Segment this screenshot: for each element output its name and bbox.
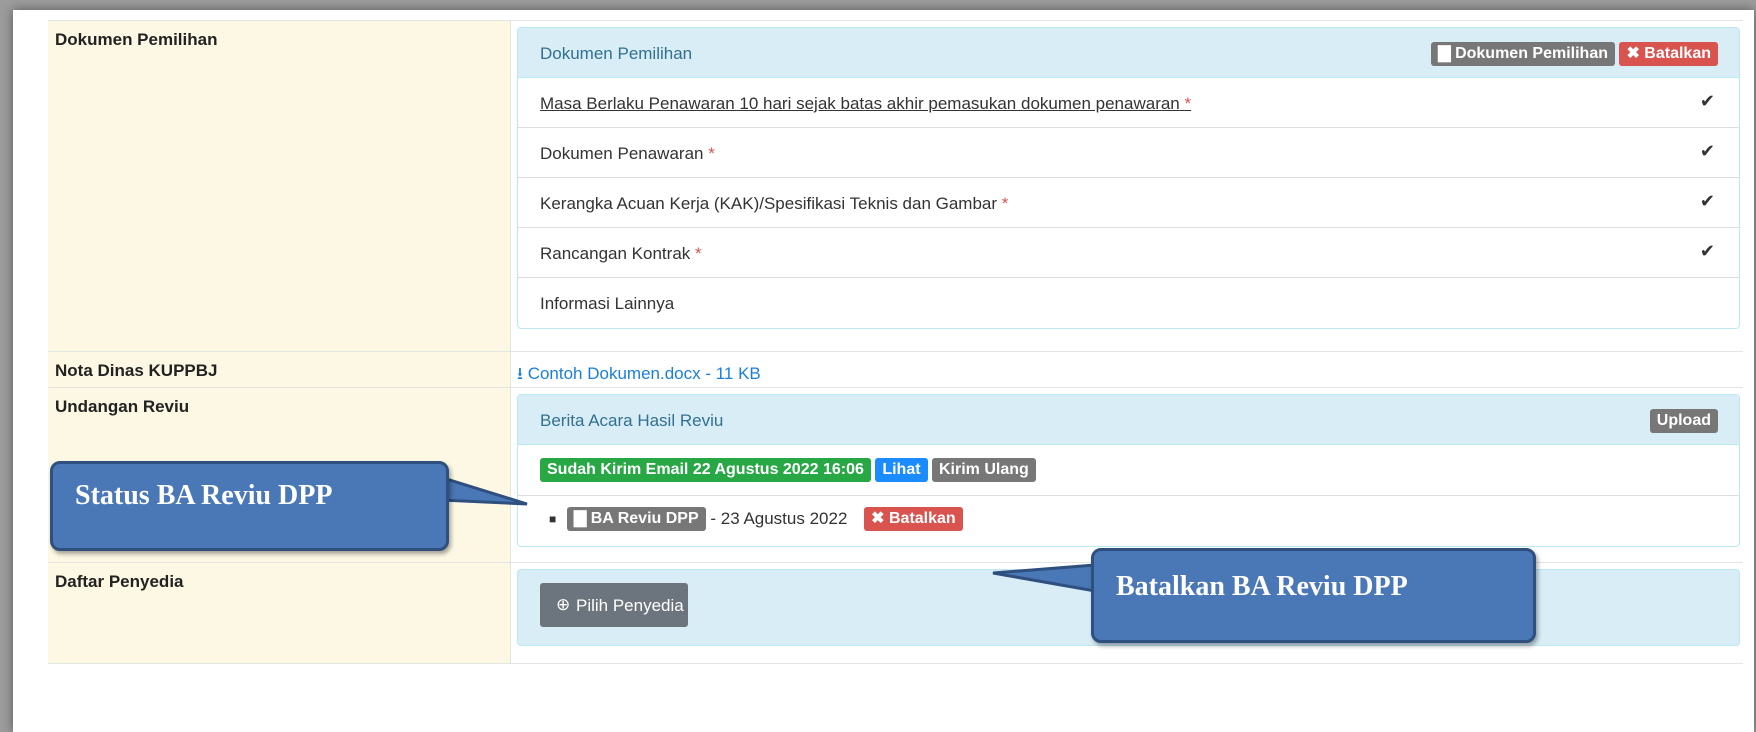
panel-heading: Berita Acara Hasil Reviu Upload	[518, 395, 1739, 445]
required-marker: *	[708, 144, 715, 163]
status-row: Sudah Kirim Email 22 Agustus 2022 16:06 …	[518, 445, 1739, 496]
row-value-cell: Berita Acara Hasil Reviu Upload Sudah Ki…	[511, 388, 1743, 563]
lihat-button[interactable]: Lihat	[875, 458, 928, 482]
check-icon: ✔	[1699, 191, 1715, 211]
bullet-icon: ■	[549, 512, 557, 526]
row-label: Dokumen Pemilihan	[55, 30, 218, 49]
required-marker: *	[1184, 94, 1192, 113]
batalkan-button[interactable]: ✖ Batalkan	[1619, 42, 1718, 66]
list-item[interactable]: Masa Berlaku Penawaran 10 hari sejak bat…	[518, 78, 1739, 128]
kirim-ulang-button[interactable]: Kirim Ulang	[932, 458, 1036, 482]
row-label: Nota Dinas KUPPBJ	[55, 361, 218, 380]
panel-title: Dokumen Pemilihan	[540, 44, 693, 63]
list-item[interactable]: Informasi Lainnya	[518, 278, 1739, 327]
close-icon: ✖	[1626, 45, 1640, 62]
row-label-cell: Dokumen Pemilihan	[48, 21, 511, 352]
item-text: Kerangka Acuan Kerja (KAK)/Spesifikasi T…	[540, 194, 998, 213]
row-dokumen-pemilihan: Dokumen Pemilihan Dokumen Pemilihan ▇ Do…	[48, 20, 1743, 352]
item-text: Informasi Lainnya	[540, 294, 675, 313]
file-icon: ▇	[573, 510, 587, 527]
panel-title: Berita Acara Hasil Reviu	[540, 411, 724, 430]
row-label: Daftar Penyedia	[55, 572, 184, 591]
close-icon: ✖	[871, 510, 885, 527]
required-marker: *	[695, 244, 702, 263]
file-icon: ▇	[1438, 45, 1451, 62]
dokumen-pemilihan-button[interactable]: ▇ Dokumen Pemilihan	[1431, 42, 1615, 66]
callout-text: Batalkan BA Reviu DPP	[1116, 571, 1408, 602]
item-link[interactable]: Masa Berlaku Penawaran 10 hari sejak bat…	[540, 94, 1191, 114]
pilih-penyedia-button[interactable]: ⊕ Pilih Penyedia	[540, 583, 688, 627]
plus-circle-icon: ⊕	[556, 595, 571, 614]
check-icon: ✔	[1699, 141, 1715, 161]
callout-status-ba: Status BA Reviu DPP	[50, 461, 449, 551]
status-badge: Sudah Kirim Email 22 Agustus 2022 16:06	[540, 458, 871, 482]
dokumen-panel: Dokumen Pemilihan ▇ Dokumen Pemilihan ✖ …	[517, 27, 1740, 329]
button-label: Batalkan	[1644, 45, 1711, 62]
row-label-cell: Nota Dinas KUPPBJ	[48, 352, 511, 388]
button-label: BA Reviu DPP	[590, 510, 699, 527]
row-value-cell: ⭳ Contoh Dokumen.docx - 11 KB	[511, 352, 1743, 388]
row-nota-dinas: Nota Dinas KUPPBJ ⭳ Contoh Dokumen.docx …	[48, 351, 1743, 388]
panel-heading: Dokumen Pemilihan ▇ Dokumen Pemilihan ✖ …	[518, 28, 1739, 78]
button-label: Batalkan	[889, 510, 956, 527]
check-icon: ✔	[1699, 91, 1715, 111]
callout-text: Status BA Reviu DPP	[75, 480, 333, 511]
callout-batalkan-ba: Batalkan BA Reviu DPP	[1091, 548, 1536, 643]
list-item[interactable]: Rancangan Kontrak * ✔	[518, 228, 1739, 278]
required-marker: *	[1001, 194, 1009, 213]
ba-batalkan-button[interactable]: ✖ Batalkan	[864, 507, 963, 531]
berita-acara-panel: Berita Acara Hasil Reviu Upload Sudah Ki…	[517, 394, 1740, 547]
list-item[interactable]: Kerangka Acuan Kerja (KAK)/Spesifikasi T…	[518, 178, 1739, 228]
ba-file-row: ■ ▇ BA Reviu DPP - 23 Agustus 2022 ✖ Bat…	[518, 496, 1739, 545]
button-label: Pilih Penyedia	[576, 596, 684, 615]
file-link-text: Contoh Dokumen.docx - 11 KB	[527, 364, 761, 383]
row-label: Undangan Reviu	[55, 397, 190, 416]
panel-actions: ▇ Dokumen Pemilihan ✖ Batalkan	[1431, 42, 1718, 66]
check-icon: ✔	[1699, 241, 1715, 261]
download-file-link[interactable]: ⭳ Contoh Dokumen.docx - 11 KB	[517, 361, 761, 390]
ba-date: - 23 Agustus 2022	[710, 509, 848, 528]
row-value-cell: Dokumen Pemilihan ▇ Dokumen Pemilihan ✖ …	[511, 21, 1743, 352]
upload-button[interactable]: Upload	[1649, 409, 1718, 433]
list-item[interactable]: Dokumen Penawaran * ✔	[518, 128, 1739, 178]
download-icon: ⭳	[517, 364, 523, 383]
button-label: Dokumen Pemilihan	[1455, 45, 1608, 62]
item-text: Rancangan Kontrak	[540, 244, 691, 263]
row-label-cell: Daftar Penyedia	[48, 563, 511, 663]
ba-reviu-file-button[interactable]: ▇ BA Reviu DPP	[566, 507, 706, 531]
item-text: Masa Berlaku Penawaran 10 hari sejak bat…	[540, 94, 1180, 113]
item-text: Dokumen Penawaran	[540, 144, 704, 163]
